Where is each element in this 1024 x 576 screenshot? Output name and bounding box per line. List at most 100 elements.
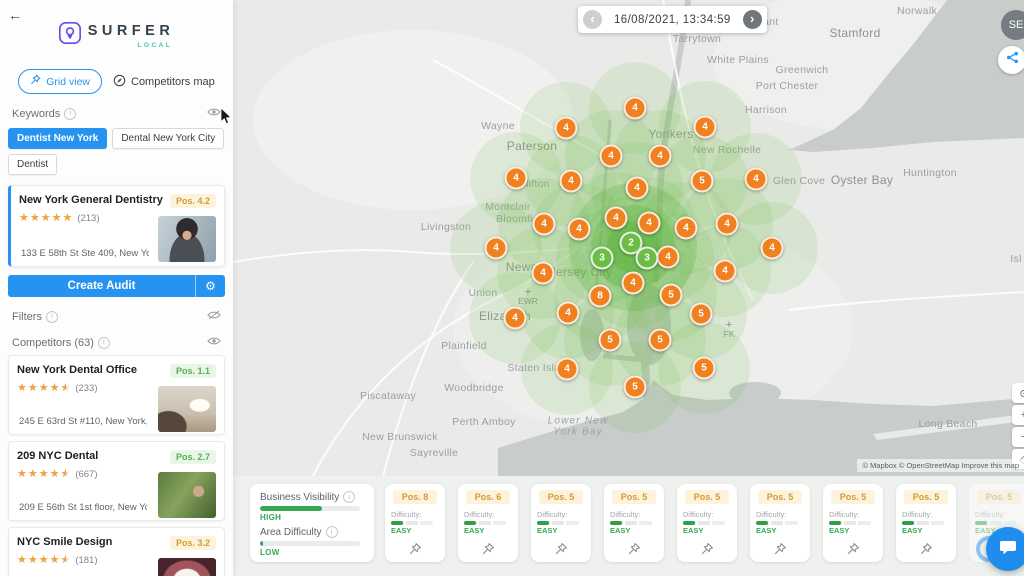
difficulty-value: EASY [683,526,731,535]
difficulty-label: Difficulty: [537,510,585,519]
pin-icon[interactable] [408,542,422,561]
locate-button[interactable]: ⊙ [1012,383,1024,403]
map-marker[interactable]: 5 [624,376,647,399]
position-card[interactable]: Pos. 8 Difficulty: EASY [385,484,445,562]
position-badge: Pos. 5 [904,490,948,504]
map-marker[interactable]: 4 [600,145,623,168]
visibility-value: HIGH [260,513,364,522]
map-marker[interactable]: 5 [599,329,622,352]
pin-icon[interactable] [481,542,495,561]
gear-icon: ⚙ [205,279,216,293]
difficulty-value: EASY [610,526,658,535]
difficulty-bar [829,521,871,525]
pin-icon[interactable] [846,542,860,561]
pin-icon[interactable] [554,542,568,561]
map-attribution[interactable]: © Mapbox © OpenStreetMap Improve this ma… [857,459,1024,472]
position-card[interactable]: Pos. 5 Difficulty: EASY [750,484,810,562]
map-marker[interactable]: 4 [556,358,579,381]
map-marker[interactable]: 4 [761,237,784,260]
competitor-card[interactable]: 209 NYC Dental Pos. 2.7 ★★★★★★★★★★(667) … [8,441,225,521]
chat-launcher-button[interactable] [986,527,1024,571]
map-marker[interactable]: 4 [505,167,528,190]
map-marker[interactable]: 4 [557,302,580,325]
create-audit-button[interactable]: Create Audit [8,275,195,297]
map-canvas[interactable]: NorwalkMount PleasantTarrytownStamfordWh… [233,0,1024,476]
keyword-chip[interactable]: Dentist [8,154,57,175]
info-icon[interactable]: i [46,311,58,323]
competitor-card[interactable]: New York Dental Office Pos. 1.1 ★★★★★★★★… [8,355,225,435]
zoom-out-button[interactable]: − [1012,427,1024,447]
competitor-card[interactable]: NYC Smile Design Pos. 3.2 ★★★★★★★★★★(181… [8,527,225,576]
map-marker[interactable]: 4 [485,237,508,260]
map-marker[interactable]: 4 [694,116,717,139]
map-marker[interactable]: 4 [555,117,578,140]
info-icon[interactable]: i [64,108,76,120]
map-marker[interactable]: 4 [657,246,680,269]
pin-icon[interactable] [700,542,714,561]
sidebar: ← SURFER LOCAL Grid view Competitors map… [0,0,233,576]
map-marker[interactable]: 4 [560,170,583,193]
visibility-card: Business Visibility i HIGH Area Difficul… [250,484,374,562]
map-marker[interactable]: 5 [649,329,672,352]
map-marker[interactable]: 4 [622,272,645,295]
map-marker[interactable]: 4 [533,213,556,236]
position-badge: Pos. 5 [977,490,1021,504]
pin-icon[interactable] [627,542,641,561]
eye-off-icon[interactable] [207,310,221,323]
map-marker[interactable]: 4 [624,97,647,120]
map-marker[interactable]: 4 [745,168,768,191]
difficulty-bar [537,521,579,525]
difficulty-bar [260,541,360,546]
position-card[interactable]: Pos. 5 Difficulty: EASY [896,484,956,562]
position-badge: Pos. 8 [393,490,437,504]
map-marker[interactable]: 4 [605,207,628,230]
map-marker[interactable]: 4 [626,177,649,200]
map-marker[interactable]: 4 [504,307,527,330]
map-marker[interactable]: 3 [591,247,614,270]
date-navigator: ‹ 16/08/2021, 13:34:59 › [578,6,767,33]
eye-icon[interactable] [207,336,221,349]
keyword-chip[interactable]: Dentist New York [8,128,107,149]
difficulty-value: EASY [391,526,439,535]
map-marker[interactable]: 5 [693,357,716,380]
map-marker[interactable]: 4 [532,262,555,285]
map-marker[interactable]: 3 [636,247,659,270]
position-card[interactable]: Pos. 5 Difficulty: EASY [604,484,664,562]
pin-icon[interactable] [773,542,787,561]
zoom-in-button[interactable]: + [1012,405,1024,425]
position-card[interactable]: Pos. 5 Difficulty: EASY [823,484,883,562]
user-avatar[interactable]: SE [1001,10,1024,40]
difficulty-value: EASY [464,526,512,535]
map-marker[interactable]: 4 [638,212,661,235]
map-marker[interactable]: 5 [660,284,683,307]
pin-icon[interactable] [919,542,933,561]
map-marker[interactable]: 4 [714,260,737,283]
share-button[interactable] [998,46,1024,74]
position-card[interactable]: Pos. 5 Difficulty: EASY [531,484,591,562]
audit-settings-button[interactable]: ⚙ [195,275,225,297]
back-button[interactable]: ← [8,8,22,22]
info-icon[interactable]: i [343,491,355,503]
map-marker[interactable]: 4 [649,145,672,168]
keyword-chip[interactable]: Dental New York City [112,128,224,149]
business-address: 133 E 58th St Ste 409, New York... [21,248,149,259]
difficulty-label: Difficulty: [975,510,1023,519]
eye-icon[interactable] [207,107,221,120]
map-marker[interactable]: 4 [716,213,739,236]
info-icon[interactable]: i [98,337,110,349]
grid-view-button[interactable]: Grid view [18,69,102,94]
map-marker[interactable]: 4 [675,217,698,240]
competitors-map-tab[interactable]: Competitors map [113,74,215,90]
map-marker[interactable]: 5 [690,303,713,326]
position-card[interactable]: Pos. 5 Difficulty: EASY [677,484,737,562]
map-marker[interactable]: 8 [589,285,612,308]
position-card[interactable]: Pos. 6 Difficulty: EASY [458,484,518,562]
map-marker[interactable]: 5 [691,170,714,193]
next-date-button[interactable]: › [743,10,762,29]
info-icon[interactable]: i [326,526,338,538]
business-photo [158,216,216,262]
difficulty-value: EASY [537,526,585,535]
selected-business-card[interactable]: New York General Dentistry Pos. 4.2 ★★★★… [8,185,225,267]
map-marker[interactable]: 4 [568,218,591,241]
prev-date-button[interactable]: ‹ [583,10,602,29]
